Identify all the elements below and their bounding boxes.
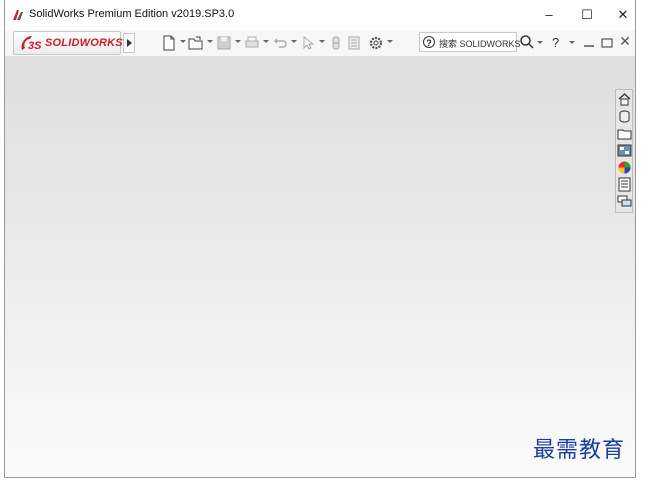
document-close-button[interactable]: ✕ xyxy=(618,33,632,49)
solidworks-logo-menu[interactable]: 3S SOLIDWORKS xyxy=(13,31,123,55)
search-icon[interactable] xyxy=(519,34,535,50)
save-icon[interactable] xyxy=(215,34,233,52)
open-icon[interactable] xyxy=(187,34,205,52)
standard-toolbar: 3S SOLIDWORKS ? 搜索 SOLIDWORKS ? ✕ xyxy=(5,30,635,56)
select-icon[interactable] xyxy=(299,34,317,52)
forum-icon[interactable] xyxy=(617,194,632,209)
search-dropdown-arrow[interactable] xyxy=(537,41,543,44)
undo-dropdown-arrow[interactable] xyxy=(291,40,297,43)
save-dropdown-arrow[interactable] xyxy=(235,40,241,43)
new-dropdown-arrow[interactable] xyxy=(180,40,186,43)
custom-properties-icon[interactable] xyxy=(617,177,632,192)
undo-icon[interactable] xyxy=(271,34,289,52)
task-pane xyxy=(615,89,633,213)
search-placeholder: 搜索 SOLIDWORKS xyxy=(439,39,521,49)
new-document-icon[interactable] xyxy=(160,34,178,52)
graphics-area[interactable] xyxy=(5,56,635,477)
appearances-icon[interactable] xyxy=(617,160,632,175)
logo-prefix: 3S xyxy=(28,40,42,52)
file-properties-icon[interactable] xyxy=(345,34,363,52)
minimize-button[interactable]: – xyxy=(532,4,566,26)
close-button[interactable]: ✕ xyxy=(606,4,640,26)
options-dropdown-arrow[interactable] xyxy=(387,40,393,43)
parts-library-icon[interactable] xyxy=(617,109,632,124)
select-dropdown-arrow[interactable] xyxy=(319,40,325,43)
help-button[interactable]: ? xyxy=(552,35,559,50)
ds-logo-icon: 3S xyxy=(21,36,42,52)
menu-expand-arrow[interactable] xyxy=(123,33,135,53)
window-title: SolidWorks Premium Edition v2019.SP3.0 xyxy=(29,8,235,20)
document-minimize-icon[interactable] xyxy=(582,35,596,51)
app-window: SolidWorks Premium Edition v2019.SP3.0 –… xyxy=(4,0,636,478)
logo-text: SOLIDWORKS xyxy=(45,37,123,49)
document-restore-icon[interactable] xyxy=(600,35,614,51)
options-gear-icon[interactable] xyxy=(367,34,385,52)
maximize-button[interactable]: ☐ xyxy=(570,4,604,26)
search-help-icon: ? xyxy=(423,36,435,48)
solidworks-app-icon xyxy=(13,10,23,20)
search-field[interactable]: ? 搜索 SOLIDWORKS xyxy=(419,32,521,52)
open-dropdown-arrow[interactable] xyxy=(207,40,213,43)
watermark-text: 最需教育 xyxy=(533,438,626,463)
print-dropdown-arrow[interactable] xyxy=(263,40,269,43)
print-icon[interactable] xyxy=(243,34,261,52)
home-icon[interactable] xyxy=(617,92,632,107)
file-explorer-icon[interactable] xyxy=(617,126,632,141)
view-palette-icon[interactable] xyxy=(617,143,632,158)
rebuild-icon[interactable] xyxy=(327,34,345,52)
help-dropdown-arrow[interactable] xyxy=(569,41,575,44)
title-bar[interactable]: SolidWorks Premium Edition v2019.SP3.0 –… xyxy=(5,0,635,30)
